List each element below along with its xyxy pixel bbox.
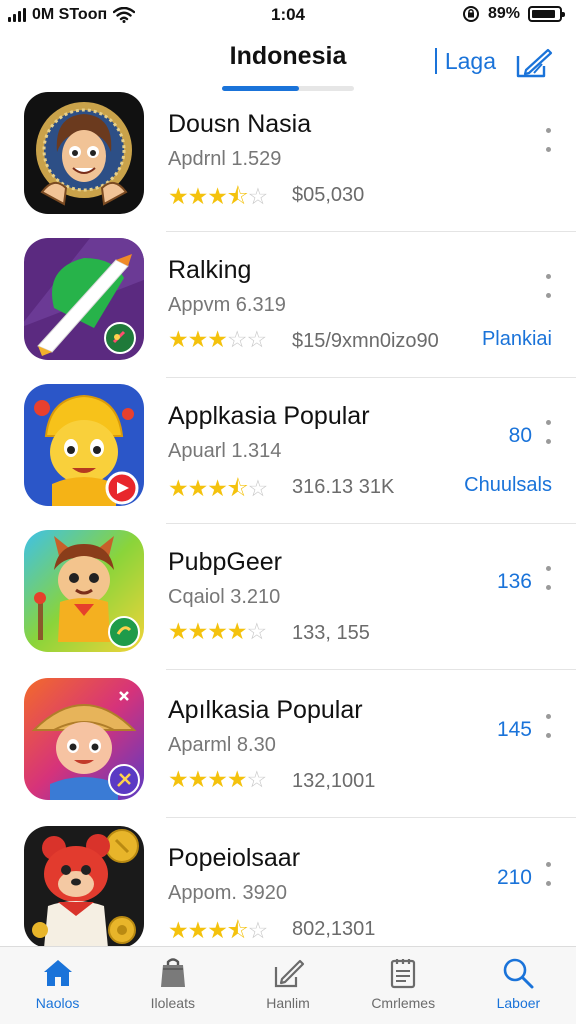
star-filled-icon: ★ [207, 917, 228, 943]
star-filled-icon: ★ [187, 618, 209, 644]
star-filled-icon: ★ [168, 183, 189, 209]
app-name: Apılkasia Popular [168, 696, 363, 724]
list-item[interactable]: Dousn Nasia Apdrnl 1.529 ★★★⯪☆ $05,030 [0, 84, 576, 232]
clipboard-icon [391, 959, 416, 989]
edit-box-icon [274, 959, 305, 988]
red-bear-icon[interactable] [24, 826, 144, 948]
app-subtitle: Aparml 8.30 [168, 734, 276, 756]
star-rating: ★★★⯪☆ [168, 180, 269, 219]
star-filled-icon: ★ [168, 326, 189, 352]
battery-icon [528, 6, 565, 22]
star-filled-icon: ★ [168, 766, 189, 792]
star-rating: ★★★★☆ [168, 618, 268, 645]
star-filled-icon: ★ [187, 475, 209, 501]
search-icon [504, 958, 534, 989]
list-item[interactable]: Popeiolsaar Appom. 3920 ★★★⯪☆ 802,1301 2… [0, 818, 576, 966]
app-name: Ralking [168, 256, 252, 284]
star-rating: ★★★⯪☆ [168, 472, 269, 511]
star-filled-icon: ★ [226, 766, 248, 792]
star-empty-icon: ☆ [247, 183, 269, 209]
star-half-icon: ⯪ [226, 475, 249, 501]
star-empty-icon: ☆ [226, 326, 248, 352]
more-options-icon[interactable] [542, 128, 554, 152]
star-filled-icon: ★ [207, 618, 228, 644]
tab-iloleats[interactable]: Iloleats [115, 947, 230, 1024]
star-empty-icon: ☆ [246, 766, 268, 792]
yellow-hero-icon[interactable] [24, 384, 144, 506]
more-options-icon[interactable] [542, 862, 554, 886]
app-count: 136 [496, 570, 532, 593]
list-item[interactable]: Applkasia Popular Apuarl 1.314 ★★★⯪☆ 316… [0, 376, 576, 524]
tab-laboer[interactable]: Laboer [461, 947, 576, 1024]
home-icon [43, 960, 72, 986]
tab-label: Hanlim [266, 995, 310, 1011]
star-empty-icon: ☆ [246, 618, 268, 644]
app-subtitle: Apdrnl 1.529 [168, 148, 282, 170]
tab-label: Laboer [496, 995, 541, 1011]
header-link[interactable]: Laga [434, 48, 496, 74]
star-empty-icon: ☆ [247, 917, 269, 943]
app-meta: $15/9xmn0izo90 [292, 330, 439, 352]
app-meta: 132,1001 [292, 770, 376, 792]
star-filled-icon: ★ [187, 183, 209, 209]
app-count: 145 [496, 718, 532, 741]
more-options-icon[interactable] [542, 274, 554, 298]
star-filled-icon: ★ [207, 766, 228, 792]
compose-icon[interactable] [514, 46, 554, 80]
star-half-icon: ⯪ [226, 183, 249, 209]
star-filled-icon: ★ [226, 618, 248, 644]
lock-rotation-icon [462, 6, 479, 22]
farmer-boy-icon[interactable] [24, 678, 144, 800]
star-filled-icon: ★ [187, 766, 209, 792]
star-filled-icon: ★ [187, 917, 209, 943]
star-rating: ★★★☆☆ [168, 326, 268, 353]
star-filled-icon: ★ [168, 917, 189, 943]
bag-icon [160, 958, 185, 987]
star-half-icon: ⯪ [226, 917, 249, 943]
star-empty-icon: ☆ [247, 475, 269, 501]
star-filled-icon: ★ [187, 326, 209, 352]
app-subtitle: Cqaiol 3.210 [168, 586, 281, 608]
tab-label: Iloleats [150, 995, 195, 1011]
app-subtitle: Apuarl 1.314 [168, 440, 282, 462]
app-name: Popeiolsaar [168, 844, 301, 872]
star-filled-icon: ★ [207, 475, 228, 501]
star-empty-icon: ☆ [246, 326, 268, 352]
app-action-link[interactable]: Plankiai [482, 328, 552, 351]
app-name: Applkasia Popular [168, 402, 370, 430]
app-action-link[interactable]: Chuulsals [464, 474, 552, 497]
star-rating: ★★★★☆ [168, 766, 268, 793]
status-bar: 0M STooп 1:04 89% [0, 0, 576, 30]
list-item[interactable]: PubpGeer Cqaiol 3.210 ★★★★☆ 133, 155 136 [0, 522, 576, 670]
more-options-icon[interactable] [542, 566, 554, 590]
tab-label: Cmrlemes [371, 995, 436, 1011]
app-count: 80 [508, 424, 532, 447]
tab-bar: Naolos Iloleats Hanlim Cmrlemes Laboer [0, 946, 576, 1024]
app-meta: 802,1301 [292, 918, 376, 940]
tab-cmrlemes[interactable]: Cmrlemes [346, 947, 461, 1024]
tab-hanlim[interactable]: Hanlim [230, 947, 345, 1024]
list-item[interactable]: Ralking Appvm 6.319 ★★★☆☆ $15/9xmn0izo90… [0, 230, 576, 378]
list-item[interactable]: Apılkasia Popular Aparml 8.30 ★★★★☆ 132,… [0, 670, 576, 818]
tab-naolos[interactable]: Naolos [0, 947, 115, 1024]
star-filled-icon: ★ [207, 183, 228, 209]
battery-percent: 89% [487, 5, 520, 22]
app-meta: 133, 155 [292, 622, 370, 644]
more-options-icon[interactable] [542, 420, 554, 444]
more-options-icon[interactable] [542, 714, 554, 738]
app-name: Dousn Nasia [168, 110, 312, 138]
star-filled-icon: ★ [168, 618, 189, 644]
app-meta: 316.13 31K [292, 476, 395, 498]
brush-green-icon[interactable] [24, 238, 144, 360]
app-meta: $05,030 [292, 184, 365, 206]
app-subtitle: Appom. 3920 [168, 882, 287, 904]
star-filled-icon: ★ [207, 326, 228, 352]
tab-label: Naolos [35, 995, 80, 1011]
star-filled-icon: ★ [168, 475, 189, 501]
app-subtitle: Appvm 6.319 [168, 294, 286, 316]
app-count: 210 [496, 866, 532, 889]
fox-kid-icon[interactable] [24, 530, 144, 652]
app-name: PubpGeer [168, 548, 282, 576]
portrait-gold-icon[interactable] [24, 92, 144, 214]
